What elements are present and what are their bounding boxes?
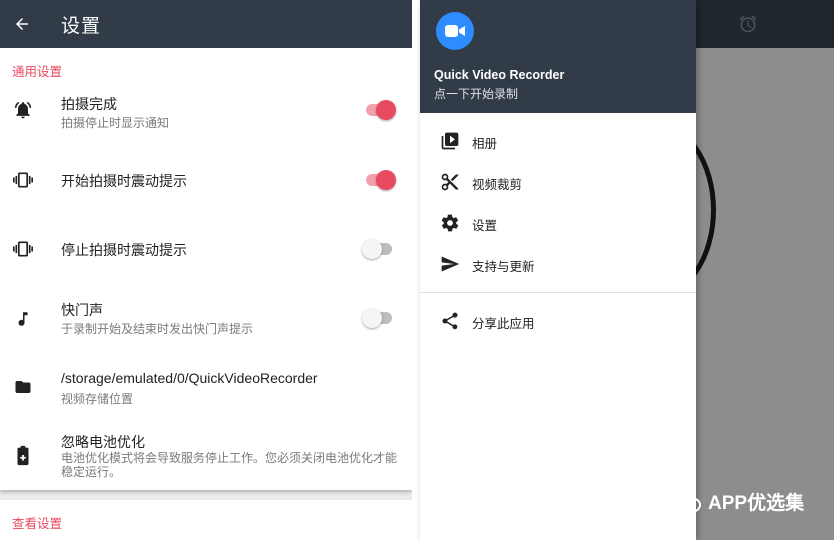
setting-title: 忽略电池优化 <box>61 434 145 450</box>
menu-label: 设置 <box>472 219 498 233</box>
setting-title: 拍摄完成 <box>61 96 117 112</box>
setting-vibrate-stop[interactable]: 停止拍摄时震动提示 <box>0 227 412 271</box>
settings-screen: 设置 通用设置 拍摄完成 拍摄停止时显示通知 开始拍摄时震动提示 停止拍摄时震动… <box>0 0 412 540</box>
shutter-sound-toggle[interactable] <box>362 308 394 328</box>
watermark-text: APP优选集 <box>708 493 805 514</box>
battery-plus-icon <box>12 444 34 466</box>
vibrate-start-toggle[interactable] <box>364 170 396 190</box>
app-name: Quick Video Recorder <box>434 68 565 82</box>
share-icon <box>440 311 460 331</box>
screenshot-divider <box>412 0 420 540</box>
vibrate-icon <box>12 238 34 260</box>
toggle-knob <box>362 239 382 259</box>
menu-item-video-trim[interactable]: 视频裁剪 <box>420 162 696 202</box>
view-settings-strip: 查看设置 <box>0 500 412 540</box>
setting-ignore-battery-optimization[interactable]: 忽略电池优化 电池优化模式将会导致服务停止工作。您必须关闭电池优化才能稳定运行。 <box>0 431 412 487</box>
toggle-knob <box>376 100 396 120</box>
menu-label: 分享此应用 <box>472 317 535 331</box>
setting-subtitle: 于录制开始及结束时发出快门声提示 <box>61 322 254 336</box>
menu-label: 支持与更新 <box>472 260 535 274</box>
setting-subtitle: 拍摄停止时显示通知 <box>61 116 170 130</box>
navigation-drawer: Quick Video Recorder 点一下开始录制 相册 视频裁剪 设置 <box>420 0 696 540</box>
vibrate-stop-toggle[interactable] <box>362 239 394 259</box>
music-note-icon <box>12 308 34 330</box>
setting-capture-complete[interactable]: 拍摄完成 拍摄停止时显示通知 <box>0 88 412 136</box>
setting-subtitle: 视频存储位置 <box>61 392 134 406</box>
wechat-icon <box>670 489 701 513</box>
settings-app-bar: 设置 <box>0 0 412 48</box>
setting-title: 快门声 <box>61 302 103 318</box>
settings-card: 通用设置 拍摄完成 拍摄停止时显示通知 开始拍摄时震动提示 停止拍摄时震动提示 … <box>0 48 412 490</box>
setting-subtitle: 电池优化模式将会导致服务停止工作。您必须关闭电池优化才能稳定运行。 <box>61 451 398 479</box>
menu-label: 相册 <box>472 137 498 151</box>
setting-title: 开始拍摄时震动提示 <box>61 173 187 189</box>
watermark: APP优选集 <box>670 488 804 515</box>
screenshot-stage: 设置 通用设置 拍摄完成 拍摄停止时显示通知 开始拍摄时震动提示 停止拍摄时震动… <box>0 0 834 540</box>
app-logo-icon <box>436 12 474 50</box>
capture-complete-toggle[interactable] <box>364 100 396 120</box>
setting-storage-location[interactable]: /storage/emulated/0/QuickVideoRecorder 视… <box>0 368 412 416</box>
menu-item-settings[interactable]: 设置 <box>420 203 696 243</box>
menu-label: 视频裁剪 <box>472 178 523 192</box>
toggle-knob <box>376 170 396 190</box>
scissors-icon <box>440 172 460 192</box>
toggle-knob <box>362 308 382 328</box>
setting-vibrate-start[interactable]: 开始拍摄时震动提示 <box>0 158 412 202</box>
drawer-header: Quick Video Recorder 点一下开始录制 <box>420 0 696 113</box>
setting-shutter-sound[interactable]: 快门声 于录制开始及结束时发出快门声提示 <box>0 296 412 344</box>
arrow-left-icon <box>16 18 28 30</box>
vibrate-icon <box>12 169 34 191</box>
back-button[interactable] <box>0 0 44 48</box>
folder-icon <box>12 376 34 398</box>
menu-item-support-updates[interactable]: 支持与更新 <box>420 244 696 284</box>
app-subtitle: 点一下开始录制 <box>434 87 519 101</box>
gear-icon <box>440 213 460 233</box>
menu-item-gallery[interactable]: 相册 <box>420 121 696 161</box>
bell-ring-icon <box>12 99 34 121</box>
section-header-view: 查看设置 <box>12 517 63 531</box>
storage-path: /storage/emulated/0/QuickVideoRecorder <box>61 370 318 386</box>
alarm-clock-icon[interactable] <box>738 14 758 34</box>
video-library-icon <box>440 131 460 151</box>
section-header-general: 通用设置 <box>12 65 63 79</box>
menu-divider <box>420 292 696 293</box>
page-title: 设置 <box>61 15 102 37</box>
setting-title: 停止拍摄时震动提示 <box>61 242 187 258</box>
send-icon <box>440 254 460 274</box>
menu-item-share-app[interactable]: 分享此应用 <box>420 301 696 341</box>
